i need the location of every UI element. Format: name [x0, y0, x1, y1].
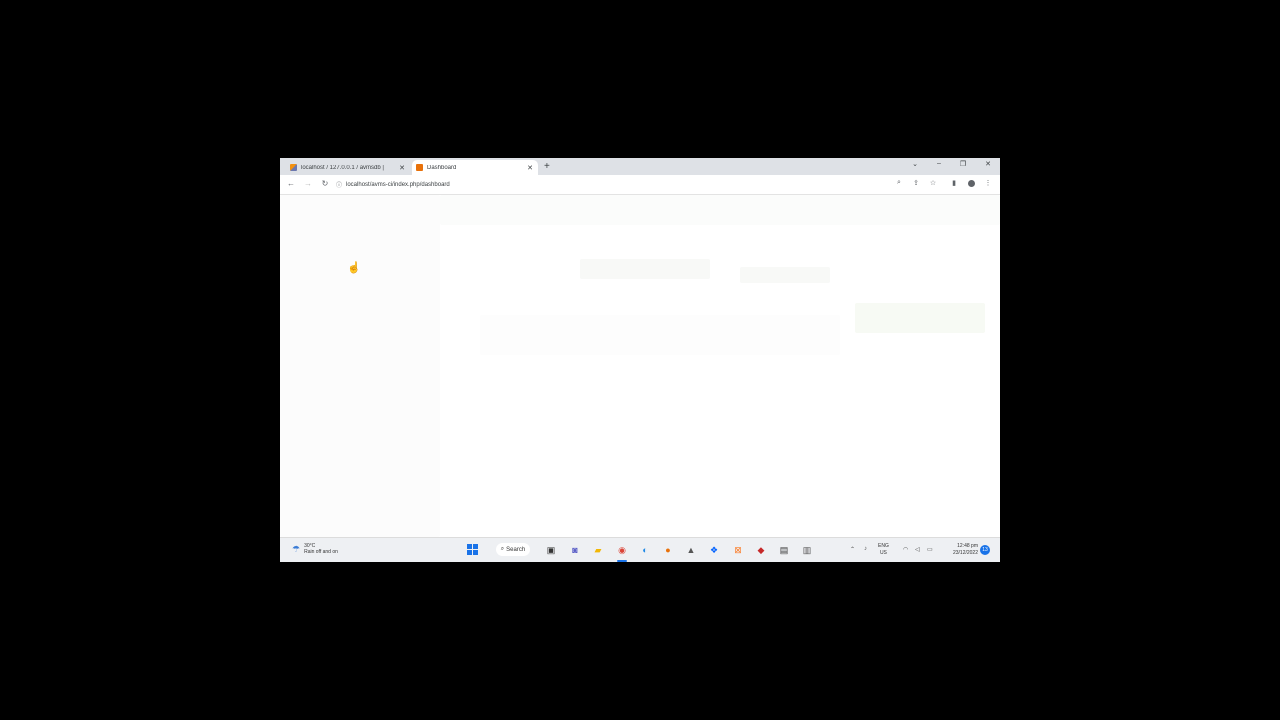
taskbar: ☂ 30°C Rain off and on ⌕ Search ▣ ◙ ▰ ◉ … — [280, 537, 1000, 562]
zoom-icon[interactable]: ⌕ — [894, 179, 904, 187]
app-icon[interactable]: ◆ — [755, 544, 767, 556]
clock[interactable]: 12:48 pm 23/12/2022 — [946, 543, 978, 557]
close-icon[interactable]: ✕ — [526, 164, 534, 172]
volume-icon[interactable]: ◁ — [915, 546, 920, 553]
weather-desc: Rain off and on — [304, 549, 338, 555]
back-icon[interactable]: ← — [286, 179, 296, 188]
content-placeholder — [480, 315, 840, 355]
app-icon[interactable]: ▥ — [801, 544, 813, 556]
language-indicator[interactable]: ENG US — [878, 543, 889, 557]
chevron-up-icon[interactable]: ⌃ — [850, 546, 855, 553]
tab-search-icon[interactable]: ⌄ — [908, 160, 922, 168]
dashboard-favicon — [416, 164, 423, 171]
address-bar[interactable]: ⓘ localhost/avms-ci/index.php/dashboard — [336, 178, 896, 191]
battery-icon[interactable]: ▭ — [927, 546, 933, 553]
clock-time: 12:48 pm — [957, 543, 978, 549]
lang-bottom: US — [879, 550, 887, 556]
clock-date: 23/12/2022 — [952, 550, 978, 556]
share-icon[interactable]: ⇪ — [911, 179, 921, 187]
info-icon[interactable]: ⓘ — [336, 180, 342, 189]
search-icon: ⌕ — [500, 546, 505, 552]
tab-phpmyadmin[interactable]: localhost / 127.0.0.1 / avmsdb | ✕ — [286, 160, 410, 175]
address-text: localhost/avms-ci/index.php/dashboard — [346, 181, 450, 188]
forward-icon[interactable]: → — [303, 179, 313, 188]
card-placeholder — [740, 267, 830, 283]
firefox-icon[interactable]: ● — [662, 544, 674, 556]
wifi-icon[interactable]: ◠ — [903, 546, 908, 553]
task-view-icon[interactable]: ▣ — [545, 544, 557, 556]
close-window-icon[interactable]: ✕ — [981, 160, 995, 168]
close-icon[interactable]: ✕ — [398, 164, 406, 172]
profile-avatar-icon[interactable] — [968, 180, 975, 187]
bookmark-star-icon[interactable]: ☆ — [928, 179, 938, 187]
tab-dashboard[interactable]: Dashboard ✕ — [412, 160, 538, 175]
hand-cursor-icon: ☝ — [347, 262, 361, 274]
taskbar-search[interactable]: ⌕ Search — [496, 543, 530, 556]
app-icon[interactable]: ▤ — [778, 544, 790, 556]
start-icon[interactable] — [467, 544, 478, 555]
header-placeholder — [440, 195, 1000, 225]
weather-widget[interactable]: ☂ 30°C Rain off and on — [292, 543, 338, 555]
chrome-icon[interactable]: ◉ — [616, 544, 628, 556]
search-label: Search — [506, 546, 526, 553]
card-placeholder — [580, 259, 710, 279]
notification-badge[interactable]: 13 — [980, 545, 990, 555]
menu-icon[interactable]: ⋮ — [983, 179, 993, 187]
sidebar-placeholder — [280, 195, 440, 537]
edge-icon[interactable]: ◐ — [639, 544, 651, 556]
card-placeholder — [855, 303, 985, 333]
lang-top: ENG — [878, 543, 889, 549]
tab-title: Dashboard — [427, 164, 457, 171]
screen: localhost / 127.0.0.1 / avmsdb | ✕ Dashb… — [280, 158, 1000, 562]
page-content: ☝ — [280, 195, 1000, 537]
rain-icon: ☂ — [292, 543, 301, 554]
file-explorer-icon[interactable]: ▰ — [592, 544, 604, 556]
chat-icon[interactable]: ◙ — [569, 544, 581, 556]
tab-title: localhost / 127.0.0.1 / avmsdb | — [301, 164, 384, 171]
new-tab-button[interactable]: + — [544, 161, 550, 173]
xampp-icon[interactable]: ⊠ — [732, 544, 744, 556]
tab-strip: localhost / 127.0.0.1 / avmsdb | ✕ Dashb… — [280, 158, 1000, 175]
browser-toolbar: ← → ↻ ⓘ localhost/avms-ci/index.php/dash… — [280, 175, 1000, 195]
store-icon[interactable]: ▲ — [685, 544, 697, 556]
reload-icon[interactable]: ↻ — [320, 179, 330, 188]
active-app-indicator — [617, 560, 627, 562]
phpmyadmin-icon — [290, 164, 297, 171]
dropbox-icon[interactable]: ❖ — [708, 544, 720, 556]
minimize-icon[interactable]: – — [932, 160, 946, 167]
microphone-icon[interactable]: ♪ — [864, 546, 867, 552]
restore-icon[interactable]: ❐ — [956, 160, 970, 168]
side-panel-icon[interactable]: ▮ — [949, 179, 959, 187]
